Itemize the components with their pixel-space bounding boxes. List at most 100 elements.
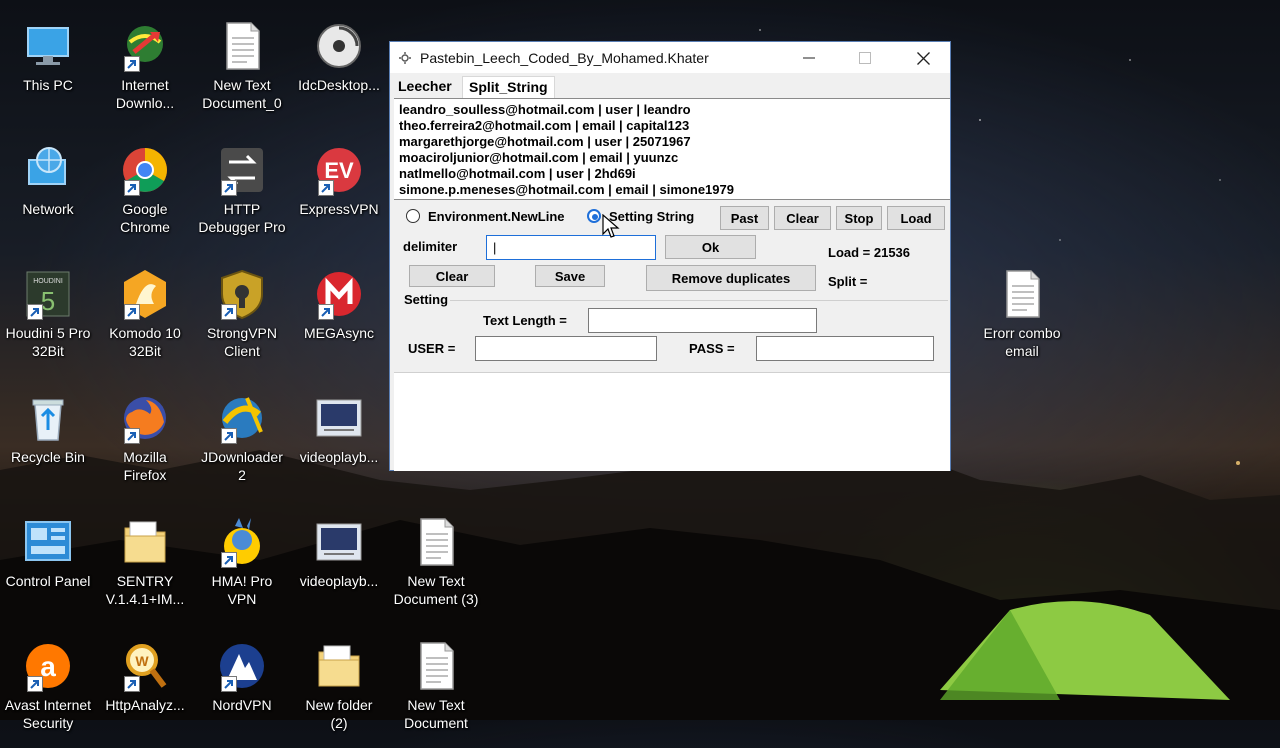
clear-top-button[interactable]: Clear: [774, 206, 831, 230]
desktop-icon-new-text-4[interactable]: New Text Document: [387, 630, 485, 748]
text-document-icon: [411, 640, 461, 692]
desktop-icon-hma-vpn[interactable]: HMA! Pro VPN: [193, 506, 291, 624]
save-button[interactable]: Save: [535, 265, 605, 287]
desktop-icon-label: HMA! Pro VPN: [211, 573, 273, 607]
text-length-input[interactable]: [588, 308, 817, 333]
desktop-icon-google-chrome[interactable]: Google Chrome: [96, 134, 194, 252]
network-globe-icon: [23, 144, 73, 196]
firefox-icon: [120, 392, 170, 444]
shortcut-arrow-icon: [221, 552, 237, 568]
desktop-icon-label: New folder (2): [305, 697, 373, 731]
close-button[interactable]: [900, 42, 946, 73]
radio-circle-selected: [587, 209, 601, 223]
delimiter-input[interactable]: [486, 235, 656, 260]
desktop-icon-sentry[interactable]: SENTRY V.1.4.1+IM...: [96, 506, 194, 624]
desktop-icon-houdini[interactable]: HOUDINI 5 Houdini 5 Pro 32Bit: [0, 258, 97, 376]
minimize-icon: [803, 57, 815, 59]
radio-environment-newline[interactable]: Environment.NewLine: [406, 208, 586, 226]
desktop-icon-new-folder-2[interactable]: New folder (2): [290, 630, 388, 748]
desktop-icon-erorr-combo[interactable]: Erorr combo email: [973, 258, 1071, 376]
ok-button[interactable]: Ok: [665, 235, 756, 259]
load-count: Load = 21536: [828, 245, 911, 260]
expressvpn-icon: EV: [314, 144, 364, 196]
remove-duplicates-button[interactable]: Remove duplicates: [646, 265, 816, 291]
desktop-icon-label: Recycle Bin: [11, 449, 85, 465]
maximize-icon: [859, 52, 871, 64]
user-input[interactable]: [475, 336, 657, 361]
chrome-icon: [120, 144, 170, 196]
desktop-icon-label: Internet Downlo...: [115, 77, 175, 111]
stop-button[interactable]: Stop: [836, 206, 882, 230]
minimize-button[interactable]: [786, 42, 832, 73]
desktop-icon-expressvpn[interactable]: EV ExpressVPN: [290, 134, 388, 252]
desktop-icon-new-text-0[interactable]: New Text Document_0: [193, 10, 291, 128]
output-textbox[interactable]: leandro_soulless@hotmail.com | user | le…: [394, 98, 950, 200]
monitor-icon: [23, 20, 73, 72]
desktop-icon-control-panel[interactable]: Control Panel: [0, 506, 97, 624]
komodo-icon: [120, 268, 170, 320]
desktop-icon-label: ExpressVPN: [299, 201, 379, 217]
mouse-cursor-icon: [602, 214, 620, 238]
desktop-icon-nordvpn[interactable]: NordVPN: [193, 630, 291, 748]
svg-text:HOUDINI: HOUDINI: [33, 278, 63, 285]
desktop-icon-firefox[interactable]: Mozilla Firefox: [96, 382, 194, 500]
past-button[interactable]: Past: [720, 206, 769, 230]
tab-strip: Leecher Split_String: [390, 73, 950, 98]
jdownloader-icon: [217, 392, 267, 444]
split-count: Split =: [828, 274, 868, 289]
output-line: simone.p.meneses@hotmail.com | email | s…: [399, 182, 734, 197]
user-label: USER =: [408, 341, 456, 356]
tab-split-string[interactable]: Split_String: [462, 76, 555, 98]
desktop-icon-recycle-bin[interactable]: Recycle Bin: [0, 382, 97, 500]
desktop-icon-new-text-3[interactable]: New Text Document (3): [387, 506, 485, 624]
disc-icon: [314, 20, 364, 72]
load-button[interactable]: Load: [887, 206, 945, 230]
radio-label: Environment.NewLine: [428, 209, 565, 224]
close-icon: [916, 52, 930, 65]
tab-leecher[interactable]: Leecher: [392, 76, 458, 97]
shortcut-arrow-icon: [318, 304, 334, 320]
desktop-icon-label: IdcDesktop...: [298, 77, 380, 93]
output-line: leandro_soulless@hotmail.com | user | le…: [399, 102, 691, 117]
desktop-icon-label: New Text Document_0: [202, 77, 282, 111]
houdini-icon: HOUDINI 5: [23, 268, 73, 320]
shortcut-arrow-icon: [221, 180, 237, 196]
shortcut-arrow-icon: [27, 304, 43, 320]
desktop-icon-internet-download[interactable]: Internet Downlo...: [96, 10, 194, 128]
desktop-icon-network[interactable]: Network: [0, 134, 97, 252]
output-line: natlmello@hotmail.com | user | 2hd69i: [399, 166, 636, 181]
title-bar[interactable]: Pastebin_Leech_Coded_By_Mohamed.Khater: [390, 42, 950, 73]
desktop-icon-this-pc[interactable]: This PC: [0, 10, 97, 128]
desktop-icon-label: Mozilla Firefox: [123, 449, 167, 483]
desktop-icon-label: Komodo 10 32Bit: [109, 325, 181, 359]
nordvpn-icon: [217, 640, 267, 692]
desktop-icon-label: Erorr combo email: [983, 325, 1061, 359]
desktop-icon-label: Control Panel: [5, 573, 91, 589]
shortcut-arrow-icon: [124, 428, 140, 444]
radio-circle: [406, 209, 420, 223]
desktop-icon-http-debugger[interactable]: HTTP Debugger Pro: [193, 134, 291, 252]
pass-input[interactable]: [756, 336, 934, 361]
mega-icon: [314, 268, 364, 320]
shortcut-arrow-icon: [27, 676, 43, 692]
pass-label: PASS =: [689, 341, 735, 356]
desktop-icon-idcdesktop[interactable]: IdcDesktop...: [290, 10, 388, 128]
desktop-icon-httpanalyzer[interactable]: W HttpAnalyz...: [96, 630, 194, 748]
desktop-icon-avast[interactable]: a Avast Internet Security: [0, 630, 97, 748]
svg-text:W: W: [135, 653, 149, 669]
desktop-icon-label: HTTP Debugger Pro: [198, 201, 286, 235]
desktop-icon-jdownloader[interactable]: JDownloader 2: [193, 382, 291, 500]
maximize-button[interactable]: [842, 42, 888, 73]
output-line: margarethjorge@hotmail.com | user | 2507…: [399, 134, 691, 149]
desktop-icon-videoplayback-2[interactable]: videoplayb...: [290, 506, 388, 624]
desktop-icon-komodo[interactable]: Komodo 10 32Bit: [96, 258, 194, 376]
desktop-icon-megasync[interactable]: MEGAsync: [290, 258, 388, 376]
desktop-icon-videoplayback-1[interactable]: videoplayb...: [290, 382, 388, 500]
clear-bottom-button[interactable]: Clear: [409, 265, 495, 287]
desktop-icon-label: HttpAnalyz...: [105, 697, 185, 713]
desktop-icon-label: MEGAsync: [303, 325, 374, 341]
desktop-icon-label: Network: [22, 201, 74, 217]
shortcut-arrow-icon: [221, 428, 237, 444]
arrows-swap-icon: [217, 144, 267, 196]
desktop-icon-strongvpn[interactable]: StrongVPN Client: [193, 258, 291, 376]
